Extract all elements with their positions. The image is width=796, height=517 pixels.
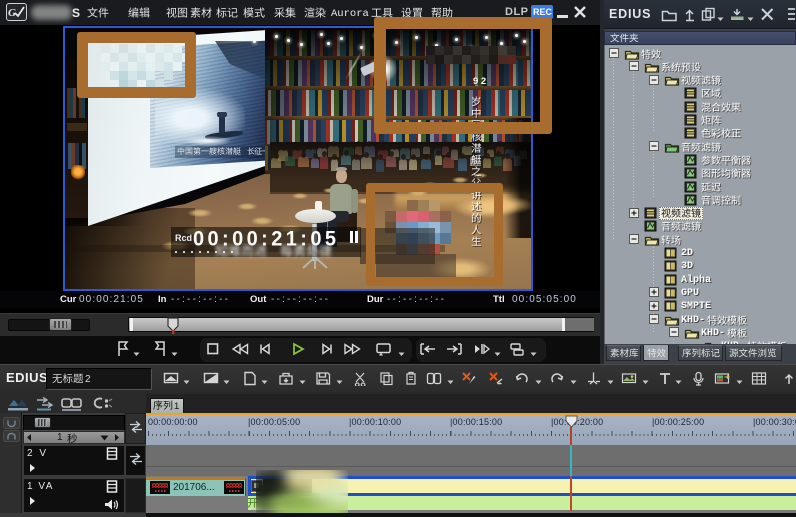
svg-text:G: G — [8, 7, 16, 19]
